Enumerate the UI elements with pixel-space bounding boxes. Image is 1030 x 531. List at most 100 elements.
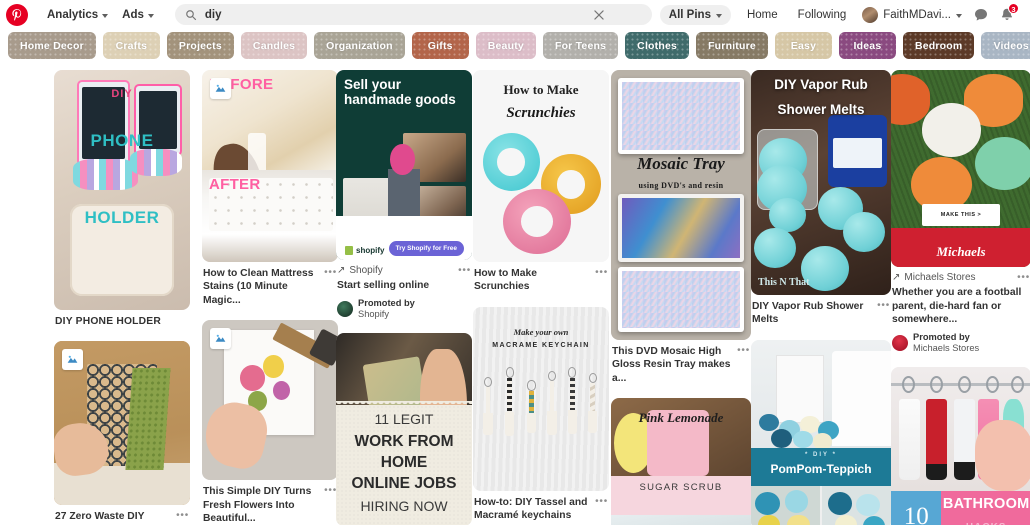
chip-for-teens[interactable]: For Teens <box>542 32 619 59</box>
pin-card-scrunchies[interactable]: How to Make Scrunchies How to Make Scrun… <box>473 70 609 294</box>
pin-title[interactable]: 27 Zero Waste DIY Ideas That Will Make Y… <box>55 510 189 525</box>
chip-crafts[interactable]: Crafts <box>102 32 160 59</box>
analytics-menu[interactable]: Analytics <box>40 6 115 24</box>
ad-brand-label: shopify <box>356 246 385 255</box>
pin-options-button[interactable]: ••• <box>176 511 189 521</box>
pin-art-text: WORK FROM <box>354 432 454 450</box>
chip-gifts[interactable]: Gifts <box>411 32 469 59</box>
search-input[interactable] <box>204 4 642 25</box>
pin-title[interactable]: DIY PHONE HOLDER <box>55 315 189 328</box>
pin-image-macrame[interactable]: Make your own MACRAME KEYCHAIN <box>473 306 609 491</box>
pin-options-button[interactable]: ••• <box>595 496 608 507</box>
ad-source[interactable]: ↗ Michaels Stores <box>892 272 1030 283</box>
ads-menu[interactable]: Ads <box>115 6 161 24</box>
pin-image-phone-holder[interactable]: DIY PHONE HOLDER <box>54 70 190 310</box>
promoted-by: Promoted by Shopify <box>337 298 471 321</box>
ad-source-label: Michaels Stores <box>904 272 976 283</box>
ad-source[interactable]: ↗ Shopify <box>337 265 471 276</box>
pin-image-fresh-flowers[interactable] <box>202 320 338 481</box>
pin-options-button[interactable]: ••• <box>1017 273 1030 283</box>
ad-source-label: Shopify <box>349 265 383 276</box>
pin-title[interactable]: How to Clean Mattress Stains (10 Minute … <box>203 267 337 307</box>
save-pin-icon[interactable] <box>62 349 83 371</box>
pin-art-text: PomPom-Teppich <box>770 461 872 476</box>
pin-card-work-from-home[interactable]: 11 LEGIT WORK FROM HOME ONLINE JOBS HIRI… <box>336 333 472 525</box>
pin-art-text: * DIY * <box>805 451 837 458</box>
account-menu[interactable]: FaithMDavi... <box>856 5 968 25</box>
pin-image-mosaic-tray[interactable]: Mosaic Tray using DVD's and resin <box>611 70 751 340</box>
nav-following[interactable]: Following <box>788 5 857 25</box>
pin-options-button[interactable]: ••• <box>877 301 890 311</box>
save-pin-icon[interactable] <box>210 78 231 99</box>
chip-organization[interactable]: Organization <box>314 32 405 59</box>
pin-card-bathroom-hacks[interactable]: 10 BATHROOM HACKS <box>891 367 1030 525</box>
chip-home-decor[interactable]: Home Decor <box>8 32 96 59</box>
pin-card-mattress[interactable]: BEFORE AFTER How to Clean Mattress Stain… <box>202 70 338 307</box>
pin-image-scrunchies[interactable]: How to Make Scrunchies <box>473 70 609 262</box>
pin-image-sugar-scrub[interactable]: Pink Lemonade SUGAR SCRUB <box>611 398 751 525</box>
chip-furniture[interactable]: Furniture <box>696 32 768 59</box>
pin-card-michaels-ad[interactable]: MAKE THIS > Michaels ↗ Michaels Stores •… <box>891 70 1030 354</box>
pin-card-macrame[interactable]: Make your own MACRAME KEYCHAIN How-to: D… <box>473 306 609 523</box>
pin-image-michaels[interactable]: MAKE THIS > Michaels <box>891 70 1030 267</box>
pin-image-work-from-home[interactable]: 11 LEGIT WORK FROM HOME ONLINE JOBS HIRI… <box>336 333 472 525</box>
chip-projects[interactable]: Projects <box>166 32 234 59</box>
nav-home[interactable]: Home <box>737 5 788 25</box>
pin-card-sugar-scrub[interactable]: Pink Lemonade SUGAR SCRUB <box>611 398 751 525</box>
pin-column-5: Mosaic Tray using DVD's and resin This D… <box>611 70 751 525</box>
pin-title[interactable]: Whether you are a football parent, die-h… <box>892 286 1030 327</box>
ads-label: Ads <box>122 8 144 21</box>
pin-image-mattress[interactable]: BEFORE AFTER <box>202 70 338 262</box>
messages-button[interactable] <box>968 3 994 27</box>
pin-image-zero-waste[interactable] <box>54 341 190 506</box>
promoted-prefix: Promoted by <box>913 331 970 342</box>
pin-card-zero-waste[interactable]: 27 Zero Waste DIY Ideas That Will Make Y… <box>54 341 190 525</box>
advertiser-avatar <box>892 335 908 352</box>
all-pins-filter[interactable]: All Pins <box>659 4 731 25</box>
pin-image-bathroom-hacks[interactable]: 10 BATHROOM HACKS <box>891 367 1030 525</box>
pin-title[interactable]: How-to: DIY Tassel and Macramé keychains <box>474 496 608 523</box>
category-chip-bar[interactable]: Home Decor Crafts Projects Candles Organ… <box>0 29 1030 62</box>
pin-art-text: DIY <box>111 88 133 101</box>
chip-ideas[interactable]: Ideas <box>838 32 896 59</box>
pin-card-fresh-flowers[interactable]: This Simple DIY Turns Fresh Flowers Into… <box>202 320 338 525</box>
pin-options-button[interactable]: ••• <box>595 268 608 278</box>
pin-title[interactable]: This Simple DIY Turns Fresh Flowers Into… <box>203 485 337 525</box>
search-bar[interactable] <box>174 4 652 25</box>
chip-bedroom[interactable]: Bedroom <box>902 32 975 59</box>
pin-image-pompom[interactable]: * DIY * PomPom-Teppich <box>751 339 891 525</box>
chip-beauty[interactable]: Beauty <box>475 32 536 59</box>
chevron-down-icon <box>102 13 109 18</box>
pin-meta: ↗ Shopify ••• Start selling online Promo… <box>336 260 472 320</box>
pin-column-4: How to Make Scrunchies How to Make Scrun… <box>473 70 609 525</box>
pin-title[interactable]: Start selling online <box>337 279 471 293</box>
pin-title[interactable]: This DVD Mosaic High Gloss Resin Tray ma… <box>612 345 750 385</box>
pin-art-text: using DVD's and resin <box>638 180 724 190</box>
pin-card-vapor-rub[interactable]: DIY Vapor Rub Shower Melts This N That D… <box>751 70 891 327</box>
try-shopify-button[interactable]: Try Shopify for Free <box>388 241 464 256</box>
pin-art-text: 10 <box>903 502 929 525</box>
save-pin-icon[interactable] <box>210 328 231 350</box>
pin-meta: This Simple DIY Turns Fresh Flowers Into… <box>202 480 338 525</box>
promoted-by: Promoted by Michaels Stores <box>892 332 1030 355</box>
pin-image-shopify[interactable]: Sell your handmade goods shopify Try Sho… <box>336 70 472 260</box>
pin-card-pompom[interactable]: * DIY * PomPom-Teppich <box>751 339 891 525</box>
chip-clothes[interactable]: Clothes <box>625 32 690 59</box>
pin-card-phone-holder[interactable]: DIY PHONE HOLDER DIY PHONE HOLDER <box>54 70 190 328</box>
pin-options-button[interactable]: ••• <box>737 346 750 356</box>
pin-image-vapor-rub[interactable]: DIY Vapor Rub Shower Melts This N That <box>751 70 891 295</box>
pin-options-button[interactable]: ••• <box>458 266 471 276</box>
pin-card-shopify-ad[interactable]: Sell your handmade goods shopify Try Sho… <box>336 70 472 320</box>
pin-title[interactable]: How to Make Scrunchies <box>474 267 608 294</box>
chip-candles[interactable]: Candles <box>240 32 308 59</box>
chip-videos[interactable]: Videos <box>981 32 1030 59</box>
pin-title[interactable]: DIY Vapor Rub Shower Melts <box>752 300 890 327</box>
pinterest-logo-icon[interactable] <box>6 3 28 26</box>
search-icon <box>185 9 197 21</box>
pin-card-mosaic-tray[interactable]: Mosaic Tray using DVD's and resin This D… <box>611 70 751 385</box>
close-icon[interactable] <box>592 8 606 22</box>
notifications-button[interactable]: 3 <box>994 2 1020 27</box>
make-this-button[interactable]: MAKE THIS > <box>921 203 1001 226</box>
top-navigation-bar: Analytics Ads All Pins Home Following Fa… <box>0 0 1030 29</box>
chip-easy[interactable]: Easy <box>774 32 832 59</box>
